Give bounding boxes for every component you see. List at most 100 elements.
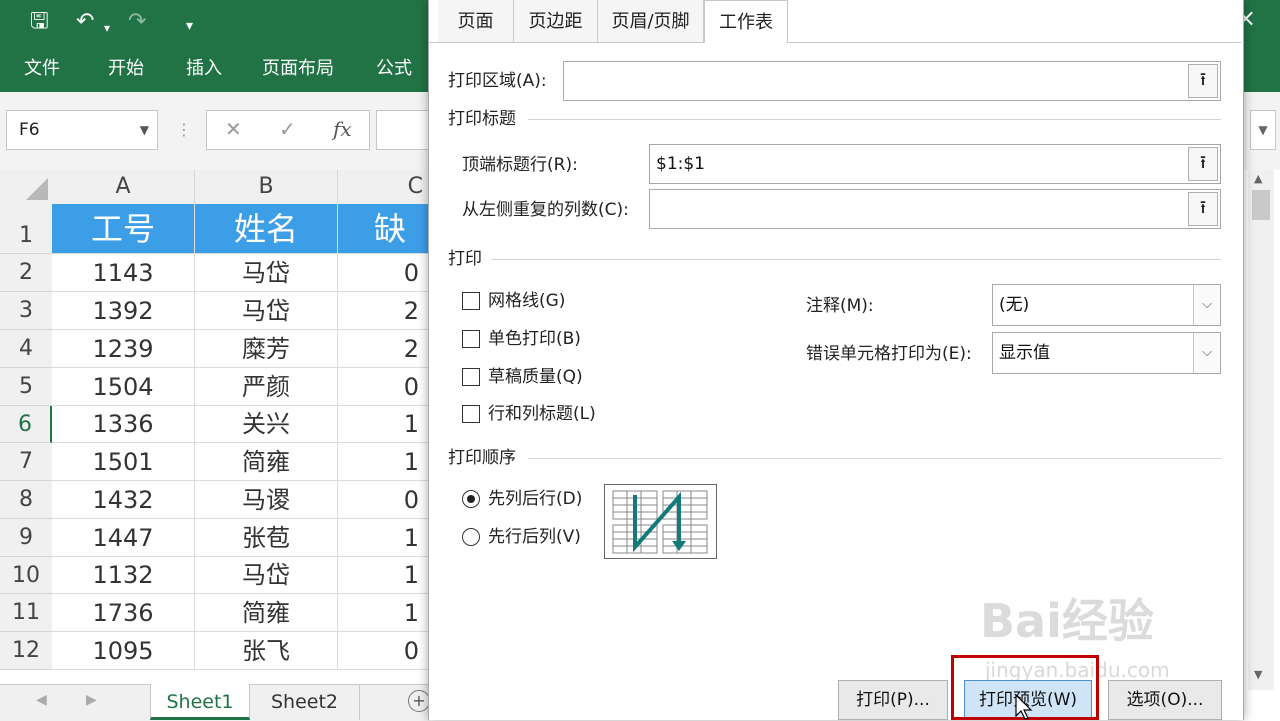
row-header[interactable]: 9 xyxy=(0,519,52,557)
add-sheet-icon[interactable]: + xyxy=(408,690,430,712)
table-cell[interactable]: 1239 xyxy=(52,330,195,368)
table-cell[interactable]: 严颜 xyxy=(195,368,338,406)
table-cell[interactable]: 糜芳 xyxy=(195,330,338,368)
header-cell[interactable]: 工号 xyxy=(52,204,195,254)
row-header[interactable]: 8 xyxy=(0,481,52,519)
table-cell[interactable]: 1392 xyxy=(52,292,195,330)
table-cell[interactable]: 0 xyxy=(338,481,430,519)
name-box[interactable]: F6 ▼ xyxy=(6,110,158,150)
row-header[interactable]: 12 xyxy=(0,632,52,670)
chevron-down-icon[interactable]: ▼ xyxy=(140,111,149,149)
table-cell[interactable]: 0 xyxy=(338,368,430,406)
scrollbar-thumb[interactable] xyxy=(1252,190,1270,220)
sheet-tab-1[interactable]: Sheet1 xyxy=(150,684,250,720)
tab-sheet[interactable]: 工作表 xyxy=(704,0,788,43)
table-cell[interactable]: 张苞 xyxy=(195,519,338,557)
options-button[interactable]: 选项(O)... xyxy=(1108,680,1222,720)
scroll-down-icon[interactable]: ▼ xyxy=(1254,668,1262,681)
tab-page[interactable]: 页面 xyxy=(438,0,514,42)
column-header-c[interactable]: C xyxy=(338,170,430,204)
vertical-scrollbar[interactable] xyxy=(1248,170,1274,690)
enter-icon[interactable]: ✓ xyxy=(279,117,296,141)
column-header-a[interactable]: A xyxy=(52,170,195,204)
print-area-input[interactable] xyxy=(563,61,1221,101)
row-header[interactable]: 3 xyxy=(0,292,52,330)
collapse-dialog-icon[interactable]: ⭱ xyxy=(1188,192,1218,226)
table-cell[interactable]: 2 xyxy=(338,330,430,368)
tab-header-footer[interactable]: 页眉/页脚 xyxy=(598,0,704,42)
table-cell[interactable]: 关兴 xyxy=(195,406,338,443)
tab-margins[interactable]: 页边距 xyxy=(514,0,598,42)
table-cell[interactable]: 1 xyxy=(338,519,430,557)
tab-home[interactable]: 开始 xyxy=(108,58,144,80)
row-header[interactable]: 10 xyxy=(0,557,52,594)
table-cell[interactable]: 1095 xyxy=(52,632,195,670)
table-cell[interactable]: 0 xyxy=(338,632,430,670)
table-cell[interactable]: 1 xyxy=(338,594,430,632)
table-cell[interactable]: 马谡 xyxy=(195,481,338,519)
collapse-dialog-icon[interactable]: ⭱ xyxy=(1188,64,1218,98)
table-cell[interactable]: 1336 xyxy=(52,406,195,443)
redo-icon[interactable]: ↷ xyxy=(128,8,146,36)
column-header-b[interactable]: B xyxy=(195,170,338,204)
table-cell[interactable]: 简雍 xyxy=(195,443,338,481)
table-cell[interactable]: 1736 xyxy=(52,594,195,632)
scroll-up-icon[interactable]: ▲ xyxy=(1254,172,1262,185)
formula-input[interactable] xyxy=(376,110,436,150)
table-cell[interactable]: 简雍 xyxy=(195,594,338,632)
row-header[interactable]: 11 xyxy=(0,594,52,632)
row-header[interactable]: 5 xyxy=(0,368,52,406)
customize-toolbar-icon[interactable]: ▾ xyxy=(186,12,193,40)
prev-sheet-icon[interactable]: ◀ xyxy=(36,692,47,708)
chevron-down-icon[interactable]: ⌵ xyxy=(1193,333,1220,373)
table-cell[interactable]: 1 xyxy=(338,406,430,443)
row-header[interactable]: 2 xyxy=(0,254,52,292)
cols-repeat-input[interactable] xyxy=(649,189,1221,229)
row-header[interactable]: 1 xyxy=(0,204,52,254)
over-then-down-radio[interactable] xyxy=(462,528,480,546)
cell-errors-select[interactable]: 显示值 ⌵ xyxy=(992,332,1221,374)
gridlines-checkbox[interactable] xyxy=(462,292,480,310)
row-header[interactable]: 6 xyxy=(0,406,52,443)
row-col-headings-checkbox[interactable] xyxy=(462,405,480,423)
table-cell[interactable]: 1432 xyxy=(52,481,195,519)
black-white-checkbox[interactable] xyxy=(462,330,480,348)
comments-select[interactable]: (无) ⌵ xyxy=(992,284,1221,326)
header-cell[interactable]: 姓名 xyxy=(195,204,338,254)
table-cell[interactable]: 1501 xyxy=(52,443,195,481)
table-cell[interactable]: 1447 xyxy=(52,519,195,557)
table-cell[interactable]: 0 xyxy=(338,254,430,292)
table-cell[interactable]: 1143 xyxy=(52,254,195,292)
chevron-down-icon[interactable]: ⌵ xyxy=(1193,285,1220,325)
rows-repeat-input[interactable]: $1:$1 xyxy=(649,144,1221,184)
save-icon[interactable]: 🖫 xyxy=(30,8,49,36)
tab-formulas[interactable]: 公式 xyxy=(376,58,412,80)
table-cell[interactable]: 马岱 xyxy=(195,292,338,330)
undo-icon[interactable]: ↶ xyxy=(76,8,94,36)
tab-insert[interactable]: 插入 xyxy=(186,58,222,80)
header-cell[interactable]: 缺勤 xyxy=(338,204,430,298)
next-sheet-icon[interactable]: ▶ xyxy=(86,692,97,708)
table-cell[interactable]: 马岱 xyxy=(195,557,338,594)
sheet-tab-2[interactable]: Sheet2 xyxy=(250,684,360,720)
table-cell[interactable]: 马岱 xyxy=(195,254,338,292)
cancel-icon[interactable]: ✕ xyxy=(225,117,242,141)
table-cell[interactable]: 1132 xyxy=(52,557,195,594)
table-cell[interactable]: 1 xyxy=(338,443,430,481)
down-then-over-radio[interactable] xyxy=(462,490,480,508)
table-cell[interactable]: 1504 xyxy=(52,368,195,406)
fx-icon[interactable]: fx xyxy=(333,117,352,141)
collapse-dialog-icon[interactable]: ⭱ xyxy=(1188,147,1218,181)
tab-file[interactable]: 文件 xyxy=(24,58,60,80)
table-cell[interactable]: 2 xyxy=(338,292,430,330)
draft-quality-checkbox[interactable] xyxy=(462,368,480,386)
tab-page-layout[interactable]: 页面布局 xyxy=(262,58,334,80)
undo-dropdown-icon[interactable]: ▾ xyxy=(104,14,110,42)
row-header[interactable]: 7 xyxy=(0,443,52,481)
formula-expand-icon[interactable]: ▼ xyxy=(1250,110,1276,150)
row-header[interactable]: 4 xyxy=(0,330,52,368)
table-cell[interactable]: 1 xyxy=(338,557,430,594)
select-all-corner[interactable] xyxy=(0,170,52,204)
print-button[interactable]: 打印(P)... xyxy=(838,680,948,720)
table-cell[interactable]: 张飞 xyxy=(195,632,338,670)
